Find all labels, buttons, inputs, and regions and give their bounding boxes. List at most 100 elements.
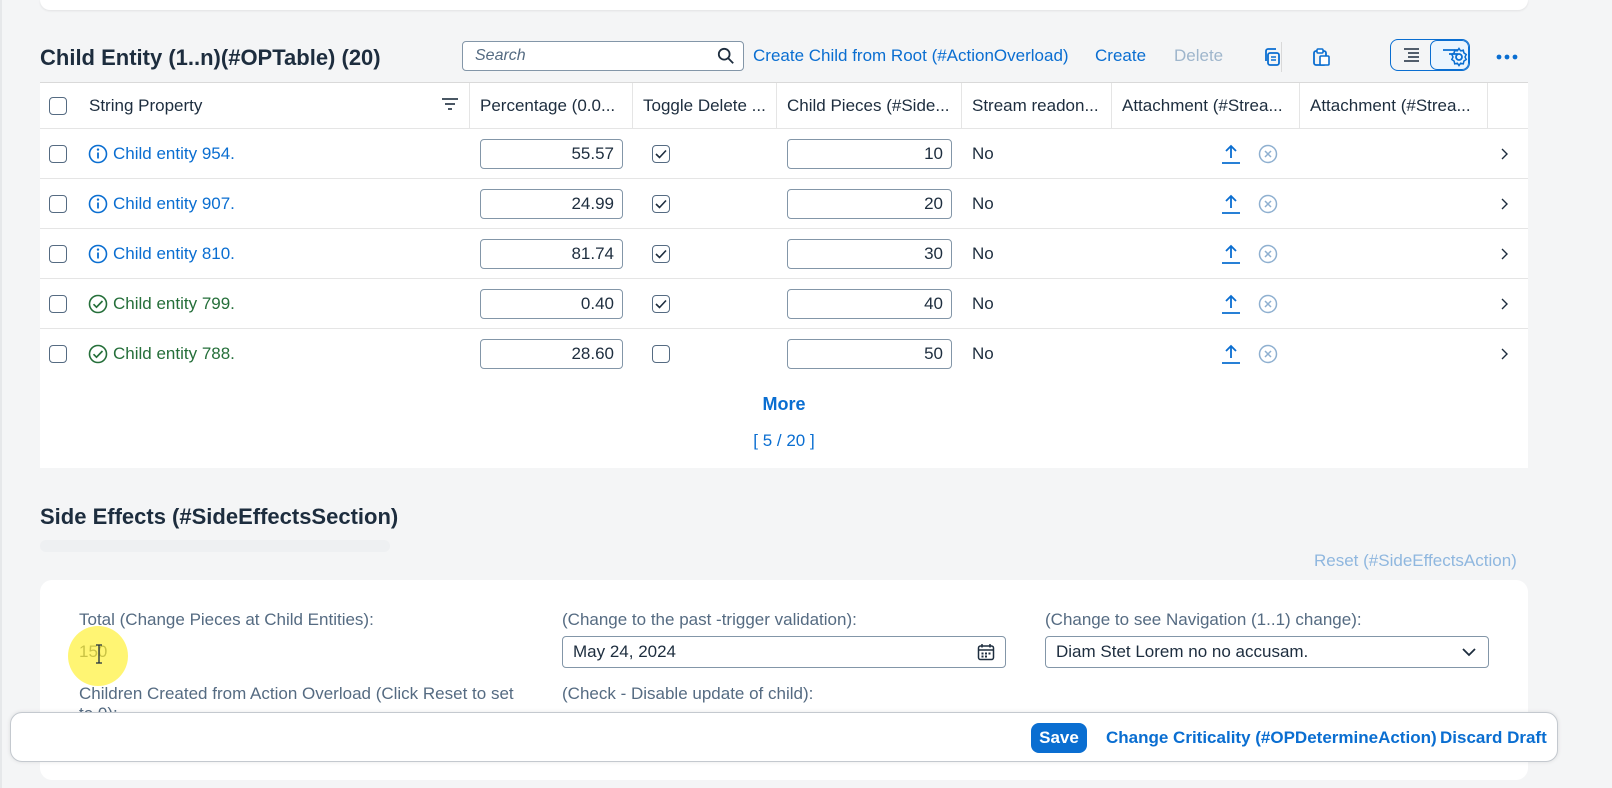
remove-attachment-icon[interactable]	[1258, 294, 1278, 314]
toggle-delete-checkbox[interactable]	[652, 294, 670, 313]
save-button[interactable]: Save	[1031, 723, 1087, 753]
child-entity-link[interactable]: Child entity 799.	[113, 294, 235, 314]
reset-side-effects-button[interactable]: Reset (#SideEffectsAction)	[1314, 551, 1517, 571]
navigation-label: (Change to see Navigation (1..1) change)…	[1045, 610, 1362, 629]
upload-icon[interactable]	[1220, 193, 1242, 215]
remove-attachment-icon[interactable]	[1258, 344, 1278, 364]
search-icon[interactable]	[717, 47, 735, 65]
percentage-input[interactable]: 81.74	[480, 238, 623, 269]
child-entity-link[interactable]: Child entity 954.	[113, 144, 235, 164]
calendar-icon[interactable]	[977, 643, 995, 661]
column-header-percentage[interactable]: Percentage (0.0...	[470, 83, 633, 128]
column-header-attachment-1[interactable]: Attachment (#Strea...	[1112, 83, 1300, 128]
row-navigation-chevron-icon[interactable]	[1500, 229, 1520, 278]
toggle-delete-cell	[652, 329, 692, 378]
growing-list-footer: More [ 5 / 20 ]	[40, 378, 1528, 468]
success-check-icon	[88, 344, 108, 363]
percentage-input[interactable]: 55.57	[480, 138, 623, 169]
row-select-checkbox[interactable]	[49, 244, 67, 263]
child-pieces-cell: 50	[787, 329, 953, 378]
row-navigation-chevron-icon[interactable]	[1500, 179, 1520, 228]
select-all-checkbox[interactable]	[49, 96, 67, 115]
table-row[interactable]: Child entity 810. 81.74 30 No	[40, 229, 1528, 279]
search-field[interactable]	[462, 41, 744, 71]
child-pieces-input[interactable]: 20	[787, 188, 952, 219]
navigation-selected-value: Diam Stet Lorem no no accusam.	[1056, 642, 1309, 661]
table-title: Child Entity (1..n)(#OPTable) (20)	[40, 45, 381, 70]
child-pieces-input[interactable]: 50	[787, 338, 952, 369]
stream-readonly-value: No	[972, 143, 994, 163]
filter-icon	[442, 98, 458, 110]
delete-button[interactable]: Delete	[1174, 46, 1223, 66]
change-criticality-button[interactable]: Change Criticality (#OPDetermineAction)	[1106, 728, 1437, 748]
child-pieces-input[interactable]: 40	[787, 288, 952, 319]
upload-icon[interactable]	[1220, 343, 1242, 365]
condensed-view-icon[interactable]	[1391, 40, 1430, 70]
attachment-cell	[1220, 329, 1310, 378]
date-label: (Change to the past -trigger validation)…	[562, 610, 857, 629]
row-navigation-chevron-icon[interactable]	[1500, 279, 1520, 328]
success-check-icon	[88, 294, 108, 313]
child-entity-link[interactable]: Child entity 907.	[113, 194, 235, 214]
toggle-delete-checkbox[interactable]	[652, 144, 670, 163]
percentage-input[interactable]: 24.99	[480, 188, 623, 219]
table-row[interactable]: Child entity 788. 28.60 50 No	[40, 329, 1528, 380]
date-picker[interactable]: May 24, 2024	[562, 636, 1006, 668]
navigation-select[interactable]: Diam Stet Lorem no no accusam.	[1045, 636, 1489, 668]
remove-attachment-icon[interactable]	[1258, 144, 1278, 164]
copy-icon[interactable]	[1257, 42, 1287, 72]
more-button[interactable]: More	[40, 394, 1528, 415]
child-pieces-cell: 30	[787, 229, 953, 278]
upload-icon[interactable]	[1220, 293, 1242, 315]
create-button[interactable]: Create	[1095, 46, 1146, 66]
children-created-label: Children Created from Action Overload (C…	[79, 684, 514, 703]
row-select-checkbox[interactable]	[49, 194, 67, 213]
child-entity-link[interactable]: Child entity 788.	[113, 344, 235, 364]
child-pieces-input[interactable]: 30	[787, 238, 952, 269]
settings-gear-icon[interactable]	[1444, 42, 1474, 72]
upload-icon[interactable]	[1220, 243, 1242, 265]
table-row[interactable]: Child entity 907. 24.99 20 No	[40, 179, 1528, 229]
toggle-delete-cell	[652, 129, 692, 178]
column-header-string-property[interactable]: String Property	[79, 83, 470, 128]
info-icon	[88, 144, 108, 163]
column-header-child-pieces[interactable]: Child Pieces (#Side...	[777, 83, 962, 128]
child-entity-link[interactable]: Child entity 810.	[113, 244, 235, 264]
toggle-delete-checkbox[interactable]	[652, 344, 670, 363]
row-select-checkbox[interactable]	[49, 294, 67, 313]
table-header-row: String Property Percentage (0.0... Toggl…	[40, 82, 1528, 129]
paste-icon[interactable]	[1306, 42, 1336, 72]
column-header-attachment-2[interactable]: Attachment (#Strea...	[1300, 83, 1488, 128]
percentage-input[interactable]: 0.40	[480, 288, 623, 319]
row-select-checkbox[interactable]	[49, 344, 67, 363]
percentage-cell: 0.40	[480, 279, 624, 328]
footer-toolbar: Save Change Criticality (#OPDetermineAct…	[10, 712, 1558, 762]
child-pieces-input[interactable]: 10	[787, 138, 952, 169]
window-edge	[0, 0, 2, 788]
column-header-toggle-delete[interactable]: Toggle Delete ...	[633, 83, 777, 128]
upload-icon[interactable]	[1220, 143, 1242, 165]
attachment-cell	[1220, 229, 1310, 278]
percentage-input[interactable]: 28.60	[480, 338, 623, 369]
more-overflow-icon[interactable]	[1492, 42, 1522, 72]
row-navigation-chevron-icon[interactable]	[1500, 329, 1520, 378]
table-row[interactable]: Child entity 954. 55.57 10 No	[40, 129, 1528, 179]
percentage-cell: 81.74	[480, 229, 624, 278]
search-input[interactable]	[463, 46, 717, 66]
table-row[interactable]: Child entity 799. 0.40 40 No	[40, 279, 1528, 329]
toggle-delete-checkbox[interactable]	[652, 194, 670, 213]
chevron-down-icon[interactable]	[1462, 647, 1476, 657]
discard-draft-button[interactable]: Discard Draft	[1440, 728, 1547, 748]
remove-attachment-icon[interactable]	[1258, 244, 1278, 264]
column-header-stream-readonly[interactable]: Stream readon...	[962, 83, 1112, 128]
remove-attachment-icon[interactable]	[1258, 194, 1278, 214]
attachment-cell	[1220, 129, 1310, 178]
toggle-delete-checkbox[interactable]	[652, 244, 670, 263]
create-child-from-root-button[interactable]: Create Child from Root (#ActionOverload)	[753, 46, 1069, 66]
column-header-label: String Property	[89, 95, 203, 115]
string-property-cell: Child entity 810.	[88, 229, 468, 278]
header-card	[40, 0, 1528, 10]
row-select-checkbox[interactable]	[49, 144, 67, 163]
total-label: Total (Change Pieces at Child Entities):	[79, 610, 374, 629]
row-navigation-chevron-icon[interactable]	[1500, 129, 1520, 178]
